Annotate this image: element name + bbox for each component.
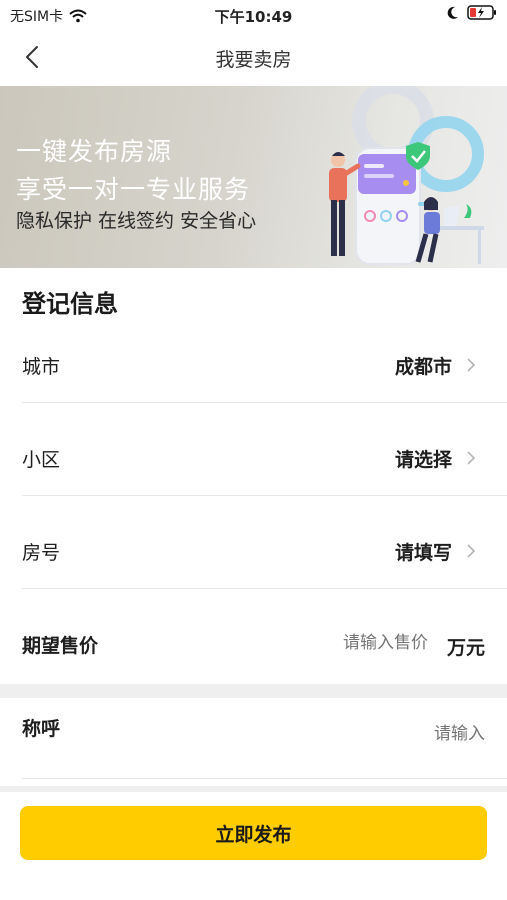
status-right	[447, 5, 497, 20]
community-row[interactable]: 小区 请选择	[22, 423, 507, 495]
city-label: 城市	[22, 356, 61, 378]
section-separator	[0, 684, 507, 698]
divider	[22, 402, 507, 403]
promo-banner: 一键发布房源 享受一对一专业服务 隐私保护 在线签约 安全省心	[0, 86, 507, 268]
price-row: 期望售价 万元	[0, 609, 507, 681]
chevron-right-icon	[467, 544, 476, 558]
room-number-value: 请填写	[394, 542, 452, 564]
banner-headline: 一键发布房源	[16, 137, 173, 166]
page-title: 我要卖房	[215, 49, 292, 71]
submit-button[interactable]: 立即发布	[20, 806, 487, 860]
status-bar: 无SIM卡 下午10:49	[0, 0, 507, 30]
name-input[interactable]	[325, 724, 485, 744]
community-value: 请选择	[394, 449, 452, 471]
banner-illustration	[329, 86, 484, 265]
name-row: 称呼	[0, 698, 507, 778]
nav-bar: 我要卖房	[0, 30, 507, 84]
status-time: 下午10:49	[214, 8, 293, 26]
price-input[interactable]	[268, 633, 428, 653]
room-number-label: 房号	[22, 542, 61, 564]
divider	[22, 495, 507, 496]
price-unit: 万元	[446, 637, 485, 659]
banner-subheadline: 享受一对一专业服务	[16, 175, 251, 204]
chevron-right-icon	[467, 358, 476, 372]
chevron-right-icon	[467, 451, 476, 465]
name-label: 称呼	[22, 718, 61, 740]
divider	[22, 588, 507, 589]
moon-icon	[447, 6, 458, 19]
city-row[interactable]: 城市 成都市	[22, 330, 507, 402]
battery-charging-icon	[467, 5, 496, 20]
banner-tagline: 隐私保护 在线签约 安全省心	[16, 210, 257, 232]
section-title: 登记信息	[22, 290, 118, 318]
room-number-row[interactable]: 房号 请填写	[22, 516, 507, 588]
price-label: 期望售价	[22, 635, 99, 657]
community-label: 小区	[22, 449, 61, 471]
divider	[22, 778, 507, 779]
city-value: 成都市	[394, 356, 452, 378]
footer-separator	[0, 786, 507, 792]
